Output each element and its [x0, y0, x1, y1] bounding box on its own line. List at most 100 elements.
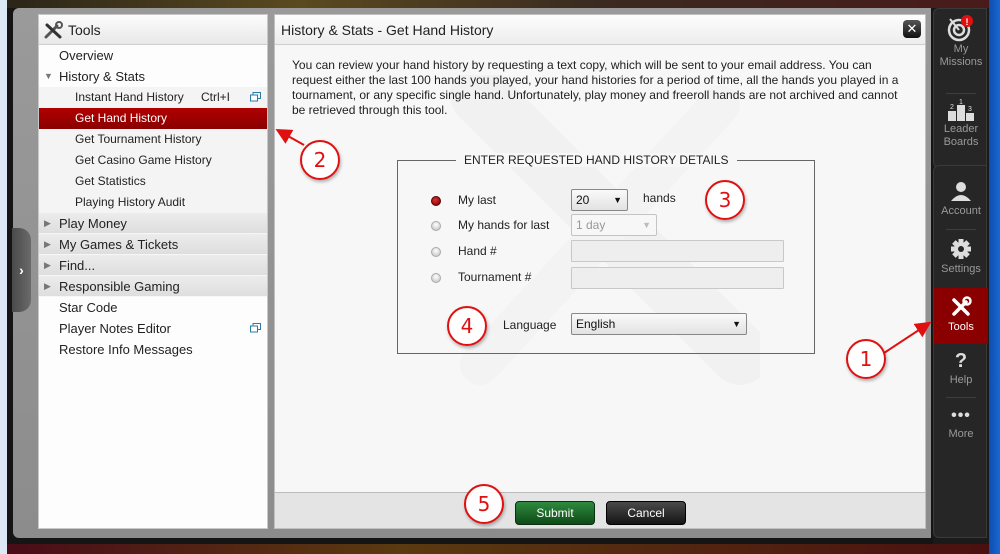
popout-window-icon[interactable]	[250, 92, 261, 102]
sidebar-item-tools[interactable]: Tools	[934, 288, 988, 344]
close-button[interactable]: ✕	[903, 20, 921, 38]
divider	[946, 93, 976, 94]
shortcut-label: Ctrl+I	[201, 90, 231, 104]
nav-item-label: Get Statistics	[75, 174, 146, 188]
annotation-marker-1: 1	[846, 339, 886, 379]
triangle-right-icon: ▶	[44, 260, 51, 270]
nav-item-playing-history-audit[interactable]: Playing History Audit	[39, 192, 267, 213]
intro-text: You can review your hand history by requ…	[292, 58, 899, 117]
sidebar-group-top: ! My Missions 2 1 3 Leader Boards	[933, 8, 987, 168]
nav-item-label: Overview	[59, 48, 114, 63]
label-hand-number: Hand #	[458, 244, 497, 258]
get-hand-history-panel: History & Stats - Get Hand History ✕ You…	[274, 14, 926, 529]
sidebar-label: Tools	[948, 321, 974, 333]
ellipsis-icon: •••	[951, 407, 971, 424]
sidebar-label: Account	[941, 205, 981, 217]
nav-item-label: Get Casino Game History	[75, 153, 212, 167]
nav-item-overview[interactable]: Overview	[39, 45, 267, 66]
question-icon: ?	[954, 350, 968, 372]
svg-text:1: 1	[959, 99, 963, 106]
form-legend: ENTER REQUESTED HAND HISTORY DETAILS	[456, 153, 737, 167]
window-bottom-edge	[7, 544, 989, 554]
label-my-last: My last	[458, 193, 497, 207]
submit-button[interactable]: Submit	[515, 501, 595, 525]
sidebar-item-my-missions[interactable]: ! My Missions	[934, 13, 988, 85]
nav-item-get-tournament-history[interactable]: Get Tournament History	[39, 129, 267, 150]
nav-header: Tools	[39, 15, 267, 45]
sidebar-item-account[interactable]: Account	[934, 172, 988, 228]
triangle-right-icon: ▶	[44, 281, 51, 291]
label-hands: hands	[643, 191, 676, 205]
radio-my-last[interactable]	[431, 196, 441, 206]
sidebar-label: Missions	[939, 56, 983, 68]
sidebar-item-settings[interactable]: Settings	[934, 232, 988, 286]
annotation-marker-3: 3	[705, 180, 745, 220]
tournament-number-input[interactable]	[571, 267, 784, 289]
hand-count-select[interactable]: 20 ▼	[571, 189, 628, 211]
nav-item-get-casino-game-history[interactable]: Get Casino Game History	[39, 150, 267, 171]
cancel-button[interactable]: Cancel	[606, 501, 686, 525]
time-period-select[interactable]: 1 day ▼	[571, 214, 657, 236]
triangle-right-icon: ▶	[44, 218, 51, 228]
nav-item-responsible-gaming[interactable]: ▶ Responsible Gaming	[39, 276, 267, 297]
nav-item-label: Restore Info Messages	[59, 342, 193, 357]
sidebar-item-help[interactable]: ? Help	[934, 346, 988, 398]
nav-item-player-notes-editor[interactable]: Player Notes Editor	[39, 318, 267, 339]
svg-text:3: 3	[968, 106, 972, 113]
sidebar-label: Help	[949, 374, 973, 386]
nav-item-instant-hand-history[interactable]: Instant Hand History Ctrl+I	[39, 87, 267, 108]
tools-nav-panel: Tools Overview ▼ History & Stats Instant …	[38, 14, 268, 529]
podium-icon: 2 1 3	[948, 99, 974, 121]
nav-item-history-stats[interactable]: ▼ History & Stats	[39, 66, 267, 87]
nav-item-get-statistics[interactable]: Get Statistics	[39, 171, 267, 192]
radio-hand-number[interactable]	[431, 247, 441, 257]
desktop-edge	[0, 0, 7, 554]
language-select[interactable]: English ▼	[571, 313, 747, 335]
select-value: English	[576, 317, 616, 331]
radio-tournament-number[interactable]	[431, 273, 441, 283]
nav-item-label: Play Money	[59, 216, 127, 231]
nav-item-label: Instant Hand History	[75, 90, 184, 104]
annotation-marker-2: 2	[300, 140, 340, 180]
triangle-right-icon: ▶	[44, 239, 51, 249]
triangle-down-icon: ▼	[44, 71, 53, 81]
sidebar-label: Settings	[941, 263, 981, 275]
nav-item-play-money[interactable]: ▶ Play Money	[39, 213, 267, 234]
nav-item-star-code[interactable]: Star Code	[39, 297, 267, 318]
nav-item-label: Find...	[59, 258, 96, 273]
nav-item-label: My Games & Tickets	[59, 237, 179, 252]
sidebar-label: Leader	[943, 123, 979, 135]
nav-item-get-hand-history[interactable]: Get Hand History	[39, 108, 267, 129]
annotation-marker-4: 4	[447, 306, 487, 346]
sidebar-item-more[interactable]: ••• More	[934, 404, 988, 454]
dropdown-arrow-icon: ▼	[642, 220, 651, 230]
dropdown-arrow-icon: ▼	[732, 319, 741, 329]
tools-icon	[44, 20, 63, 38]
nav-item-label: Get Tournament History	[75, 132, 202, 146]
sidebar-label: My	[953, 43, 969, 55]
nav-item-restore-info-messages[interactable]: Restore Info Messages	[39, 339, 267, 360]
annotation-marker-5: 5	[464, 484, 504, 524]
nav-title: Tools	[68, 21, 101, 38]
expand-panel-handle[interactable]: ›	[12, 228, 31, 312]
sidebar-label: Boards	[943, 136, 979, 148]
chevron-right-icon: ›	[19, 262, 24, 278]
sidebar-group-main: Account Settings Tools ? Help ••• More	[933, 165, 988, 538]
nav-item-label: Get Hand History	[75, 111, 168, 125]
popout-window-icon[interactable]	[250, 323, 261, 333]
panel-title: History & Stats - Get Hand History	[281, 22, 494, 38]
user-icon	[951, 182, 971, 201]
nav-item-my-games-tickets[interactable]: ▶ My Games & Tickets	[39, 234, 267, 255]
window-top-edge	[0, 0, 1000, 8]
nav-item-find[interactable]: ▶ Find...	[39, 255, 267, 276]
hand-number-input[interactable]	[571, 240, 784, 262]
nav-item-label: Player Notes Editor	[59, 321, 171, 336]
panel-footer: Submit Cancel	[275, 492, 925, 528]
lobby-sidebar: ! My Missions 2 1 3 Leader Boards Accoun…	[931, 8, 989, 538]
nav-item-label: Responsible Gaming	[59, 279, 180, 294]
label-tournament-number: Tournament #	[458, 270, 532, 284]
nav-item-label: History & Stats	[59, 69, 145, 84]
radio-my-hands-for-last[interactable]	[431, 221, 441, 231]
sidebar-item-leader-boards[interactable]: 2 1 3 Leader Boards	[934, 99, 988, 161]
target-icon: !	[947, 15, 973, 42]
